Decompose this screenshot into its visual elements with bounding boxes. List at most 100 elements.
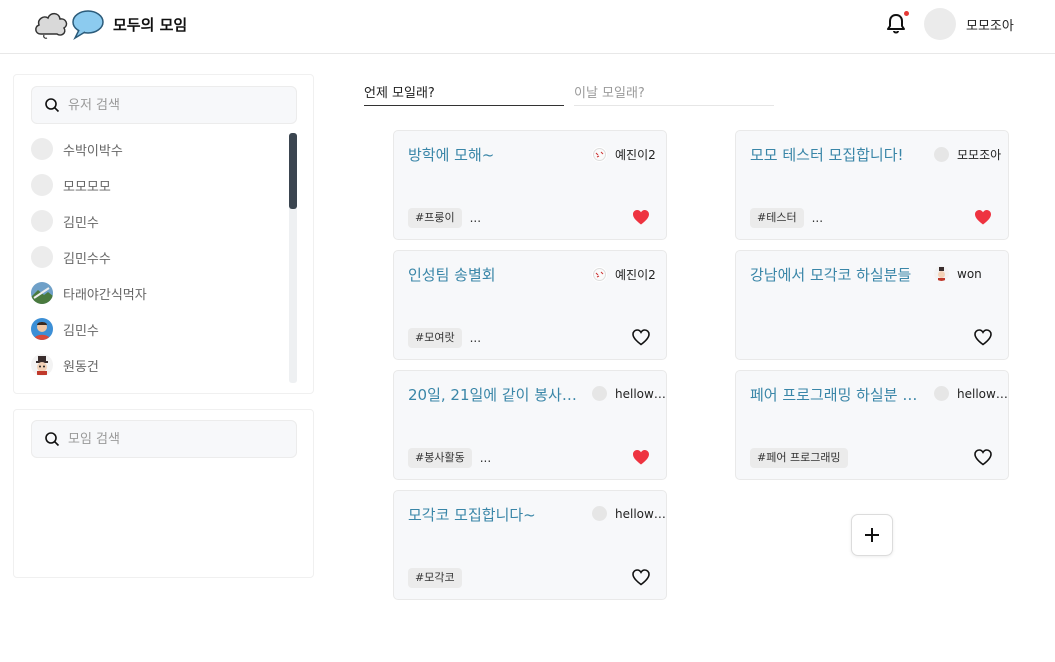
meeting-card[interactable]: 방학에 모해~ 예진이2 #프룽이 ... — [393, 130, 667, 240]
user-list-item[interactable]: 타래야간식먹자 — [31, 275, 281, 311]
card-author[interactable]: 예진이2 — [592, 146, 666, 163]
heart-icon[interactable] — [632, 449, 650, 466]
meeting-card[interactable]: 인성팀 송별회 예진이2 #모여랏 ... — [393, 250, 667, 360]
heart-icon[interactable] — [632, 209, 650, 226]
card-title[interactable]: 20일, 21일에 같이 봉사활동 하실분 — [408, 384, 583, 405]
user-avatar-person — [31, 318, 53, 340]
card-tags: #페어 프로그래밍 — [750, 448, 848, 468]
user-list-item[interactable]: 김민수 — [31, 203, 281, 239]
tag-chip[interactable]: #테스터 — [750, 208, 804, 228]
app-title: 모두의 모임 — [113, 15, 188, 34]
card-tags: #모여랏 ... — [408, 328, 481, 348]
user-name: 모모모모 — [63, 179, 111, 195]
author-name: 예진이2 — [615, 268, 656, 282]
user-list: 수박이박수 모모모모 김민수 김민수수 타래야간식먹자 김민수 원동건 — [31, 131, 281, 383]
user-avatar — [31, 174, 53, 196]
card-title[interactable]: 강남에서 모각코 하실분들 — [750, 264, 925, 285]
search-icon — [45, 98, 60, 113]
user-list-item[interactable]: 수박이박수 — [31, 131, 281, 167]
user-avatar-character — [31, 354, 53, 376]
card-tags: #테스터 ... — [750, 208, 823, 228]
author-avatar — [934, 386, 949, 401]
heart-icon[interactable] — [974, 209, 992, 226]
meeting-card[interactable]: 강남에서 모각코 하실분들 won — [735, 250, 1009, 360]
author-name: hellowoo — [615, 506, 666, 521]
more-tags: ... — [469, 331, 482, 345]
user-name: 김민수수 — [63, 251, 111, 267]
user-name: 타래야간식먹자 — [63, 287, 147, 303]
more-tags: ... — [479, 451, 492, 465]
author-name: hellowoo — [957, 386, 1008, 401]
user-name: 김민수 — [63, 215, 99, 231]
tag-chip[interactable]: #봉사활동 — [408, 448, 472, 468]
tab-this-day[interactable]: 이날 모일래? — [574, 76, 774, 106]
notification-dot — [904, 11, 909, 16]
card-title[interactable]: 모모 테스터 모집합니다! — [750, 144, 925, 165]
user-avatar — [31, 138, 53, 160]
header-avatar[interactable] — [924, 8, 956, 40]
header-user-name[interactable]: 모모조아 — [966, 15, 1014, 34]
author-name: 예진이2 — [615, 148, 656, 162]
card-tags: #모각코 — [408, 568, 462, 588]
card-title[interactable]: 모각코 모집합니다~ — [408, 504, 583, 525]
tag-chip[interactable]: #모여랏 — [408, 328, 462, 348]
author-name: hellowoo — [615, 386, 666, 401]
meeting-card[interactable]: 모각코 모집합니다~ hellowoo #모각코 — [393, 490, 667, 600]
card-author[interactable]: 예진이2 — [592, 266, 666, 283]
tag-chip[interactable]: #페어 프로그래밍 — [750, 448, 848, 468]
add-meeting-button[interactable] — [851, 514, 893, 556]
user-search-input[interactable] — [68, 97, 278, 113]
heart-outline-icon[interactable] — [974, 329, 992, 346]
author-avatar — [592, 506, 607, 521]
group-search-box[interactable] — [31, 420, 297, 458]
card-author[interactable]: won — [934, 266, 1008, 281]
group-panel — [13, 409, 314, 578]
tab-when[interactable]: 언제 모일래? — [364, 76, 564, 106]
speech-bubble-logo-icon — [72, 10, 104, 40]
user-name: 원동건 — [63, 359, 99, 375]
user-list-item[interactable]: 원동건 — [31, 347, 281, 383]
cloud-logo-icon — [35, 12, 68, 39]
user-avatar-landscape — [31, 282, 53, 304]
card-title[interactable]: 인성팀 송별회 — [408, 264, 583, 285]
meeting-card[interactable]: 모모 테스터 모집합니다! 모모조아 #테스터 ... — [735, 130, 1009, 240]
card-author[interactable]: hellowoo — [592, 506, 666, 521]
user-list-item[interactable]: 모모모모 — [31, 167, 281, 203]
card-author[interactable]: hellowoo — [934, 386, 1008, 401]
meeting-card[interactable]: 20일, 21일에 같이 봉사활동 하실분 hellowoo #봉사활동 ... — [393, 370, 667, 480]
logo[interactable]: 모두의 모임 — [33, 8, 187, 40]
heart-outline-icon[interactable] — [632, 569, 650, 586]
tag-chip[interactable]: #모각코 — [408, 568, 462, 588]
user-avatar — [31, 210, 53, 232]
card-author[interactable]: hellowoo — [592, 386, 666, 401]
user-list-scrollbar[interactable] — [289, 133, 297, 383]
tag-chip[interactable]: #프룽이 — [408, 208, 462, 228]
author-avatar — [592, 267, 607, 282]
group-search-input[interactable] — [68, 431, 278, 447]
author-avatar — [592, 386, 607, 401]
user-avatar — [31, 246, 53, 268]
card-author[interactable]: 모모조아 — [934, 146, 1008, 163]
meeting-card[interactable]: 페어 프로그래밍 하실분 구해요 hellowoo #페어 프로그래밍 — [735, 370, 1009, 480]
scrollbar-thumb[interactable] — [289, 133, 297, 209]
author-avatar — [934, 147, 949, 162]
author-avatar — [592, 147, 607, 162]
plus-icon — [865, 528, 879, 542]
author-name: won — [957, 266, 982, 281]
heart-outline-icon[interactable] — [632, 329, 650, 346]
heart-outline-icon[interactable] — [974, 449, 992, 466]
user-search-box[interactable] — [31, 86, 297, 124]
card-title[interactable]: 페어 프로그래밍 하실분 구해요 — [750, 384, 925, 405]
schedule-tabs: 언제 모일래? 이날 모일래? — [364, 76, 774, 107]
author-name: 모모조아 — [957, 148, 1002, 162]
card-tags: #봉사활동 ... — [408, 448, 491, 468]
card-tags: #프룽이 ... — [408, 208, 481, 228]
user-name: 수박이박수 — [63, 143, 123, 159]
user-list-item[interactable]: 김민수 — [31, 311, 281, 347]
user-name: 김민수 — [63, 323, 99, 339]
more-tags: ... — [469, 211, 482, 225]
search-icon — [45, 432, 60, 447]
more-tags: ... — [811, 211, 824, 225]
card-title[interactable]: 방학에 모해~ — [408, 144, 583, 165]
user-list-item[interactable]: 김민수수 — [31, 239, 281, 275]
